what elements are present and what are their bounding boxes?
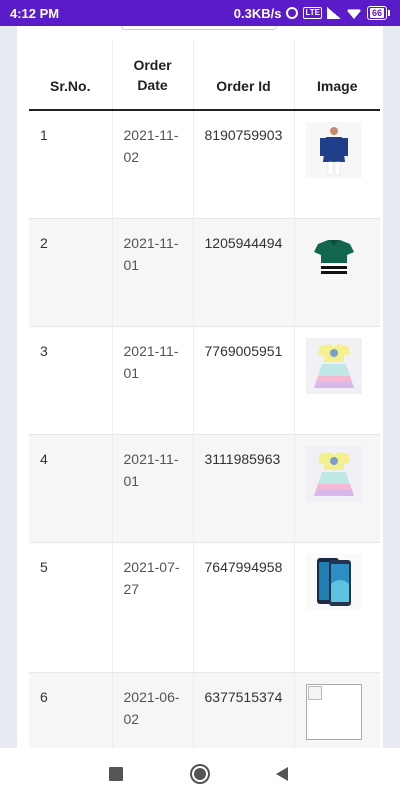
signal-icon [326, 7, 341, 19]
cell-order-date: 2021-11-01 [112, 217, 194, 326]
top-control-edge [121, 26, 277, 30]
battery-icon: 66 [366, 6, 390, 20]
cell-order-id: 3111985963 [193, 433, 295, 542]
header-image: Image [294, 41, 380, 111]
back-triangle-icon[interactable] [270, 762, 294, 786]
broken-image[interactable] [305, 683, 362, 740]
cell-sr-no: 2 [29, 217, 113, 326]
cell-sr-no: 4 [29, 433, 113, 542]
cell-order-id: 7647994958 [193, 541, 295, 672]
kids-frock-product-image[interactable] [305, 445, 362, 502]
smartphone-product-image[interactable] [305, 553, 362, 610]
table-row[interactable]: 4 2021-11-01 3111985963 [29, 433, 380, 542]
navigation-bar [0, 748, 400, 800]
network-speed: 0.3KB/s [233, 5, 282, 21]
cell-order-date: 2021-11-01 [112, 325, 194, 434]
cell-sr-no: 3 [29, 325, 113, 434]
cell-order-id: 8190759903 [193, 109, 295, 218]
volte-icon: LTE [303, 7, 322, 19]
table-row[interactable]: 2 2021-11-01 1205944494 [29, 217, 380, 326]
blue-kurta-product-image[interactable] [305, 122, 362, 178]
alarm-icon [286, 7, 299, 19]
cell-order-date: 2021-06-02 [112, 671, 194, 748]
table-row[interactable]: 3 2021-11-01 7769005951 [29, 325, 380, 434]
table-header-row: Sr.No. Order Date Order Id Image [29, 41, 380, 111]
cell-sr-no: 1 [29, 109, 113, 218]
cell-sr-no: 5 [29, 541, 113, 672]
recents-square-icon[interactable] [104, 762, 128, 786]
home-circle-icon[interactable] [188, 762, 212, 786]
cell-order-date: 2021-07-27 [112, 541, 194, 672]
orders-card: Sr.No. Order Date Order Id Image 1 2021-… [17, 26, 383, 748]
status-bar: 4:12 PM 0.3KB/s LTE 66 [0, 0, 400, 26]
cell-order-id: 7769005951 [193, 325, 295, 434]
battery-level: 66 [369, 8, 384, 18]
status-icons: 0.3KB/s LTE 66 [234, 6, 390, 21]
table-row[interactable]: 1 2021-11-02 8190759903 [29, 109, 380, 218]
cell-order-id: 1205944494 [193, 217, 295, 326]
cell-sr-no: 6 [29, 671, 113, 748]
table-row[interactable]: 5 2021-07-27 7647994958 [29, 541, 380, 672]
wifi-icon [345, 9, 362, 19]
header-order-date: Order Date [112, 41, 194, 111]
cell-order-id: 6377515374 [193, 671, 295, 748]
cell-order-date: 2021-11-02 [112, 109, 194, 218]
orders-table: Sr.No. Order Date Order Id Image 1 2021-… [29, 41, 380, 748]
broken-image-icon [307, 685, 322, 700]
header-order-id: Order Id [193, 41, 295, 111]
table-row[interactable]: 6 2021-06-02 6377515374 [29, 671, 380, 748]
status-time: 4:12 PM [10, 5, 60, 21]
green-polo-shirt-product-image[interactable] [305, 229, 362, 286]
header-sr-no: Sr.No. [29, 41, 113, 111]
kids-frock-product-image[interactable] [305, 337, 362, 394]
cell-order-date: 2021-11-01 [112, 433, 194, 542]
